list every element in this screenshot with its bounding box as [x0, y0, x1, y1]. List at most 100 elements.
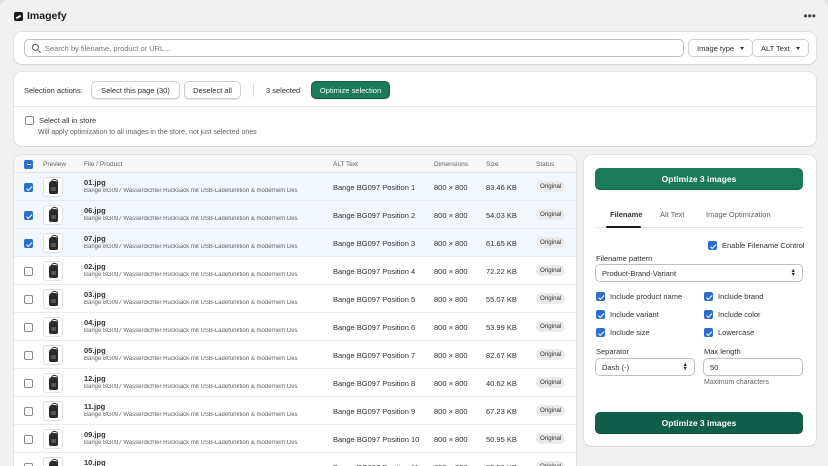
row-checkbox[interactable]: [24, 323, 33, 332]
option-checkbox[interactable]: [596, 310, 605, 319]
row-checkbox[interactable]: [24, 379, 33, 388]
select-all-store[interactable]: Select all in store: [25, 116, 96, 125]
tab-image-optimization[interactable]: Image Optimization: [706, 210, 771, 219]
preview-thumbnail[interactable]: [43, 317, 63, 337]
table-header: Preview File / Product ALT Text Dimensio…: [14, 155, 576, 173]
size-value: 72.22 KB: [486, 267, 517, 276]
file-name[interactable]: 07.jpg: [84, 234, 106, 243]
product-name: Bange BG097 Wasserdichter Rucksack mit U…: [84, 300, 298, 306]
row-checkbox[interactable]: [24, 407, 33, 416]
preview-thumbnail[interactable]: [43, 289, 63, 309]
filename-option[interactable]: Include product name: [596, 292, 682, 301]
file-name[interactable]: 01.jpg: [84, 178, 106, 187]
size-value: 54.03 KB: [486, 211, 517, 220]
enable-filename-checkbox[interactable]: [708, 241, 717, 250]
option-label: Include brand: [718, 292, 764, 301]
optimize-images-button-top[interactable]: Optimize 3 images: [595, 168, 803, 190]
table-row[interactable]: 11.jpg Bange BG097 Wasserdichter Rucksack…: [14, 397, 576, 425]
status-badge: Original: [536, 461, 566, 466]
alt-text-filter[interactable]: ALT Text: [752, 39, 809, 57]
file-name[interactable]: 06.jpg: [84, 206, 106, 215]
row-checkbox[interactable]: [24, 295, 33, 304]
separator-select[interactable]: Dash (-) ▲ ▼: [595, 358, 695, 376]
table-row[interactable]: 05.jpg Bange BG097 Wasserdichter Rucksack…: [14, 341, 576, 369]
file-name[interactable]: 12.jpg: [84, 374, 106, 383]
dimensions-value: 800 × 800: [434, 267, 468, 276]
table-row[interactable]: 06.jpg Bange BG097 Wasserdichter Rucksack…: [14, 201, 576, 229]
max-length-help: Maximum characters: [704, 379, 769, 386]
dimensions-value: 800 × 800: [434, 323, 468, 332]
select-all-hint: Will apply optimization to all images in…: [38, 129, 257, 136]
preview-thumbnail[interactable]: [43, 373, 63, 393]
chevron-down-icon: [795, 46, 800, 50]
preview-thumbnail[interactable]: [43, 345, 63, 365]
select-page-button[interactable]: Select this page (30): [91, 81, 180, 99]
alt-text-value: Bange BG097 Position 1: [333, 183, 416, 192]
table-row[interactable]: 02.jpg Bange BG097 Wasserdichter Rucksack…: [14, 257, 576, 285]
row-checkbox[interactable]: [24, 239, 33, 248]
option-checkbox[interactable]: [704, 328, 713, 337]
table-row[interactable]: 01.jpg Bange BG097 Wasserdichter Rucksack…: [14, 173, 576, 201]
preview-thumbnail[interactable]: [43, 261, 63, 281]
backpack-icon: [48, 206, 58, 222]
row-checkbox[interactable]: [24, 435, 33, 444]
preview-thumbnail[interactable]: [43, 177, 63, 197]
option-checkbox[interactable]: [596, 328, 605, 337]
file-name[interactable]: 02.jpg: [84, 262, 106, 271]
row-checkbox[interactable]: [24, 351, 33, 360]
table-row[interactable]: 12.jpg Bange BG097 Wasserdichter Rucksack…: [14, 369, 576, 397]
filename-option[interactable]: Include size: [596, 328, 650, 337]
preview-thumbnail[interactable]: [43, 233, 63, 253]
deselect-all-button[interactable]: Deselect all: [184, 81, 241, 99]
file-name[interactable]: 11.jpg: [84, 402, 105, 411]
separator-value: Dash (-): [602, 362, 630, 372]
file-name[interactable]: 04.jpg: [84, 318, 106, 327]
filename-option[interactable]: Include brand: [704, 292, 763, 301]
option-checkbox[interactable]: [596, 292, 605, 301]
size-value: 61.65 KB: [486, 239, 517, 248]
filename-option[interactable]: Include color: [704, 310, 761, 319]
file-name[interactable]: 05.jpg: [84, 346, 106, 355]
file-name[interactable]: 10.jpg: [84, 458, 106, 466]
filename-pattern-select[interactable]: Product-Brand-Variant ▲ ▼: [595, 264, 803, 282]
preview-thumbnail[interactable]: [43, 457, 63, 466]
ellipsis-icon[interactable]: •••: [803, 9, 816, 23]
divider: [253, 83, 254, 97]
enable-filename-control[interactable]: Enable Filename Control: [708, 241, 805, 250]
option-checkbox[interactable]: [704, 292, 713, 301]
image-type-label: Image type: [697, 43, 735, 53]
table-row[interactable]: 03.jpg Bange BG097 Wasserdichter Rucksack…: [14, 285, 576, 313]
backpack-icon: [48, 402, 58, 418]
file-name[interactable]: 09.jpg: [84, 430, 106, 439]
select-all-store-checkbox[interactable]: [25, 116, 34, 125]
tab-alt-text[interactable]: Alt Text: [660, 210, 684, 219]
option-label: Include color: [718, 310, 761, 319]
dimensions-value: 800 × 800: [434, 239, 468, 248]
row-checkbox[interactable]: [24, 183, 33, 192]
file-name[interactable]: 03.jpg: [84, 290, 106, 299]
optimize-selection-button[interactable]: Optimize selection: [311, 81, 390, 99]
dimensions-value: 800 × 800: [434, 435, 468, 444]
preview-thumbnail[interactable]: [43, 429, 63, 449]
preview-thumbnail[interactable]: [43, 205, 63, 225]
dimensions-value: 800 × 800: [434, 211, 468, 220]
tab-filename[interactable]: Filename: [610, 210, 643, 219]
table-row[interactable]: 09.jpg Bange BG097 Wasserdichter Rucksack…: [14, 425, 576, 453]
table-row[interactable]: 04.jpg Bange BG097 Wasserdichter Rucksack…: [14, 313, 576, 341]
optimize-images-button-bottom[interactable]: Optimize 3 images: [595, 412, 803, 434]
filename-option[interactable]: Lowercase: [704, 328, 754, 337]
search-input[interactable]: Search by filename, product or URL...: [24, 39, 684, 57]
alt-text-value: Bange BG097 Position 3: [333, 239, 416, 248]
search-placeholder: Search by filename, product or URL...: [45, 43, 171, 53]
table-row[interactable]: 07.jpg Bange BG097 Wasserdichter Rucksack…: [14, 229, 576, 257]
image-type-filter[interactable]: Image type: [688, 39, 754, 57]
preview-thumbnail[interactable]: [43, 401, 63, 421]
row-checkbox[interactable]: [24, 267, 33, 276]
row-checkbox[interactable]: [24, 211, 33, 220]
max-length-input[interactable]: 50: [703, 358, 803, 376]
table-row[interactable]: 10.jpgBange BG097 Wasserdichter Rucksack…: [14, 453, 576, 466]
option-checkbox[interactable]: [704, 310, 713, 319]
select-all-checkbox[interactable]: [24, 160, 33, 169]
backpack-icon: [48, 430, 58, 446]
filename-option[interactable]: Include variant: [596, 310, 659, 319]
